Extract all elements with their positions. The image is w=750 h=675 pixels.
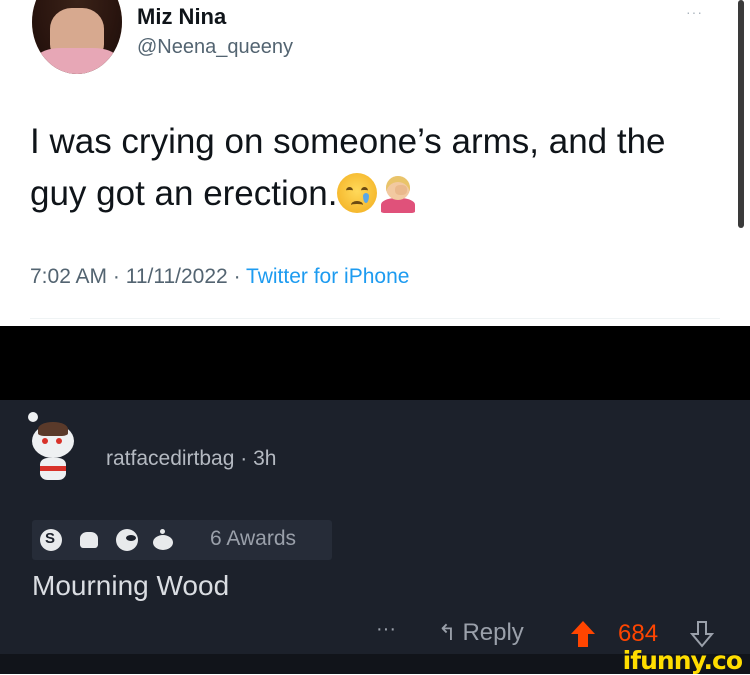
user-avatar[interactable] bbox=[24, 410, 86, 490]
tweet-date[interactable]: 11/11/2022 bbox=[126, 265, 228, 288]
tweet-card: Miz Nina @Neena_queeny ··· I was crying … bbox=[0, 0, 750, 326]
separator-band bbox=[0, 326, 750, 400]
comment-author: ratfacedirtbag · 3h bbox=[106, 447, 276, 471]
display-name[interactable]: Miz Nina bbox=[137, 4, 226, 30]
facepalm-icon bbox=[377, 173, 417, 213]
tweet-meta: 7:02 AM · 11/11/2022 · Twitter for iPhon… bbox=[30, 265, 409, 289]
tweet-text: I was crying on someone’s arms, and the … bbox=[30, 116, 720, 220]
helpful-award-icon bbox=[116, 529, 138, 551]
vote-score: 684 bbox=[618, 620, 659, 647]
more-options-icon[interactable]: ··· bbox=[376, 618, 396, 641]
watermark-logo: ifunny.co bbox=[622, 646, 743, 675]
awards-bar[interactable]: 6 Awards bbox=[32, 520, 332, 560]
avatar[interactable] bbox=[32, 0, 122, 74]
reply-button[interactable]: ↰ Reply bbox=[438, 619, 524, 647]
crying-face-icon bbox=[337, 173, 378, 213]
more-options-icon[interactable]: ··· bbox=[686, 4, 703, 20]
tweet-time[interactable]: 7:02 AM bbox=[30, 265, 107, 288]
divider bbox=[30, 318, 720, 319]
scrollbar[interactable] bbox=[738, 0, 744, 228]
awards-count: 6 Awards bbox=[210, 527, 296, 550]
snoo-award-icon bbox=[152, 529, 174, 551]
author-separator: · bbox=[234, 447, 254, 470]
reply-icon: ↰ bbox=[438, 620, 457, 645]
silver-award-icon bbox=[40, 529, 62, 551]
meta-separator: · bbox=[107, 265, 126, 288]
reply-label: Reply bbox=[462, 619, 524, 646]
wholesome-award-icon bbox=[78, 529, 100, 551]
upvote-icon[interactable] bbox=[570, 620, 596, 648]
comment-body: Mourning Wood bbox=[32, 570, 230, 601]
meta-separator: · bbox=[227, 265, 247, 288]
reddit-comment: ratfacedirtbag · 3h 6 Awards Mourning Wo… bbox=[0, 400, 750, 675]
user-handle[interactable]: @Neena_queeny bbox=[137, 36, 293, 59]
comment-age: 3h bbox=[253, 447, 277, 470]
downvote-icon[interactable] bbox=[689, 620, 715, 648]
tweet-source[interactable]: Twitter for iPhone bbox=[246, 265, 409, 288]
username-link[interactable]: ratfacedirtbag bbox=[106, 447, 234, 470]
